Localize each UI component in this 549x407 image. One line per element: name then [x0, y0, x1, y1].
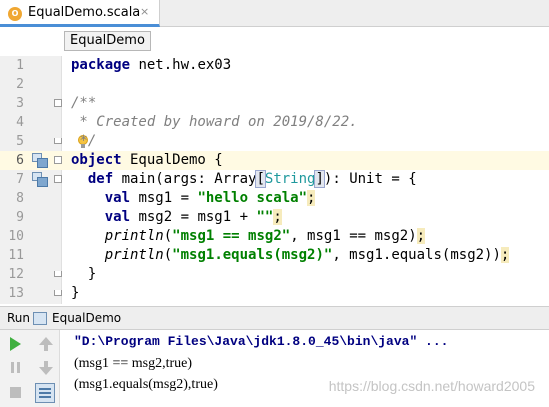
code-text: } — [71, 266, 97, 282]
implementation-gutter-icon[interactable] — [32, 153, 48, 168]
soft-wrap-icon[interactable] — [35, 383, 55, 403]
line-number: 9 — [16, 210, 24, 225]
editor-tab-strip: O EqualDemo.scala × — [0, 0, 549, 27]
line-number: 5 — [16, 134, 24, 149]
line-number: 8 — [16, 191, 24, 206]
tab-label: EqualDemo.scala — [28, 5, 141, 20]
code-line-current: 6 object EqualDemo { — [0, 151, 549, 170]
code-text: ): Unit = { — [323, 171, 417, 187]
line-number: 10 — [8, 229, 24, 244]
line-number: 13 — [8, 286, 24, 301]
pause-icon[interactable] — [6, 358, 26, 378]
function-name: println — [104, 228, 164, 244]
comment: /** — [71, 95, 97, 111]
code-text: msg2 = msg1 + — [130, 209, 257, 225]
fold-marker-icon[interactable] — [54, 156, 62, 164]
keyword: val — [104, 209, 131, 225]
comment: * Created by howard on 2019/8/22. — [71, 114, 358, 130]
run-panel-header: Run EqualDemo — [0, 306, 549, 330]
code-line: 7 def main(args: Array[String]): Unit = … — [0, 170, 549, 189]
scala-object-icon: O — [8, 7, 22, 21]
implementation-gutter-icon[interactable] — [32, 172, 48, 187]
string-literal: "" — [256, 209, 274, 225]
code-brace: { — [214, 152, 223, 168]
code-text: main(args: Array — [113, 171, 257, 187]
code-text: , msg1.equals(msg2)) — [332, 247, 501, 263]
run-console[interactable]: "D:\Program Files\Java\jdk1.8.0_45\bin\j… — [0, 330, 549, 407]
run-config-tab[interactable]: EqualDemo — [52, 311, 121, 325]
keyword: object — [71, 152, 122, 168]
line-number: 2 — [16, 77, 24, 92]
fold-end-icon[interactable] — [54, 290, 62, 296]
keyword: val — [104, 190, 131, 206]
semicolon-highlight: ; — [307, 190, 316, 206]
line-number: 4 — [16, 115, 24, 130]
string-literal: "msg1 == msg2" — [172, 228, 291, 244]
semicolon-highlight: ; — [500, 247, 510, 263]
code-text: net.hw.ex03 — [130, 57, 232, 73]
line-number: 3 — [16, 96, 24, 111]
code-line: 2 — [0, 75, 549, 94]
line-number: 11 — [8, 248, 24, 263]
watermark: https://blog.csdn.net/howard2005 — [328, 378, 535, 394]
code-bracket-highlight: ] — [314, 170, 325, 188]
code-text: , msg1 == msg2) — [290, 228, 417, 244]
line-number: 6 — [16, 153, 24, 168]
code-line: 9 val msg2 = msg1 + ""; — [0, 208, 549, 227]
run-panel-title[interactable]: Run — [7, 311, 30, 325]
line-number: 7 — [16, 172, 24, 187]
keyword: package — [71, 57, 131, 73]
semicolon-highlight: ; — [273, 209, 282, 225]
code-text: ( — [163, 228, 173, 244]
comment: */ — [71, 133, 97, 149]
code-line: 5 */ — [0, 132, 549, 151]
code-line: 4 * Created by howard on 2019/8/22. — [0, 113, 549, 132]
code-line: 13 } — [0, 284, 549, 303]
fold-marker-icon[interactable] — [54, 175, 62, 183]
string-literal: "msg1.equals(msg2)" — [172, 247, 333, 263]
code-line: 11 println("msg1.equals(msg2)", msg1.equ… — [0, 246, 549, 265]
scroll-up-icon[interactable] — [36, 334, 56, 354]
fold-end-icon[interactable] — [54, 138, 62, 144]
code-text: msg1 = — [130, 190, 198, 206]
code-text: EqualDemo — [121, 152, 215, 168]
tab-equaldemo-scala[interactable]: O EqualDemo.scala × — [0, 0, 160, 27]
line-number: 12 — [8, 267, 24, 282]
code-text: } — [71, 285, 80, 301]
function-name: println — [104, 247, 164, 263]
code-line: 3 /** — [0, 94, 549, 113]
code-line: 10 println("msg1 == msg2", msg1 == msg2)… — [0, 227, 549, 246]
console-toolbar — [0, 330, 60, 407]
close-icon[interactable]: × — [140, 5, 149, 18]
console-output-line: (msg1.equals(msg2),true) — [74, 377, 218, 392]
breadcrumb-item-equaldemo[interactable]: EqualDemo — [64, 31, 151, 51]
keyword: def — [87, 171, 114, 187]
code-bracket-highlight: [ — [255, 170, 266, 188]
line-number: 1 — [16, 58, 24, 73]
code-line: 8 val msg1 = "hello scala"; — [0, 189, 549, 208]
code-text: ( — [163, 247, 173, 263]
run-config-icon — [33, 312, 47, 325]
breadcrumb: EqualDemo — [0, 28, 549, 54]
type-name: String — [264, 171, 316, 187]
scroll-down-icon[interactable] — [36, 358, 56, 378]
string-literal: "hello scala" — [197, 190, 308, 206]
rerun-icon[interactable] — [6, 334, 26, 354]
console-output-line: (msg1 == msg2,true) — [74, 356, 193, 371]
fold-end-icon[interactable] — [54, 271, 62, 277]
stop-icon[interactable] — [6, 383, 26, 403]
code-line: 12 } — [0, 265, 549, 284]
console-command-line: "D:\Program Files\Java\jdk1.8.0_45\bin\j… — [74, 334, 449, 349]
semicolon-highlight: ; — [416, 228, 426, 244]
code-editor[interactable]: 1 package net.hw.ex03 2 3 /** 4 * Create… — [0, 56, 549, 304]
code-line: 1 package net.hw.ex03 — [0, 56, 549, 75]
fold-marker-icon[interactable] — [54, 99, 62, 107]
